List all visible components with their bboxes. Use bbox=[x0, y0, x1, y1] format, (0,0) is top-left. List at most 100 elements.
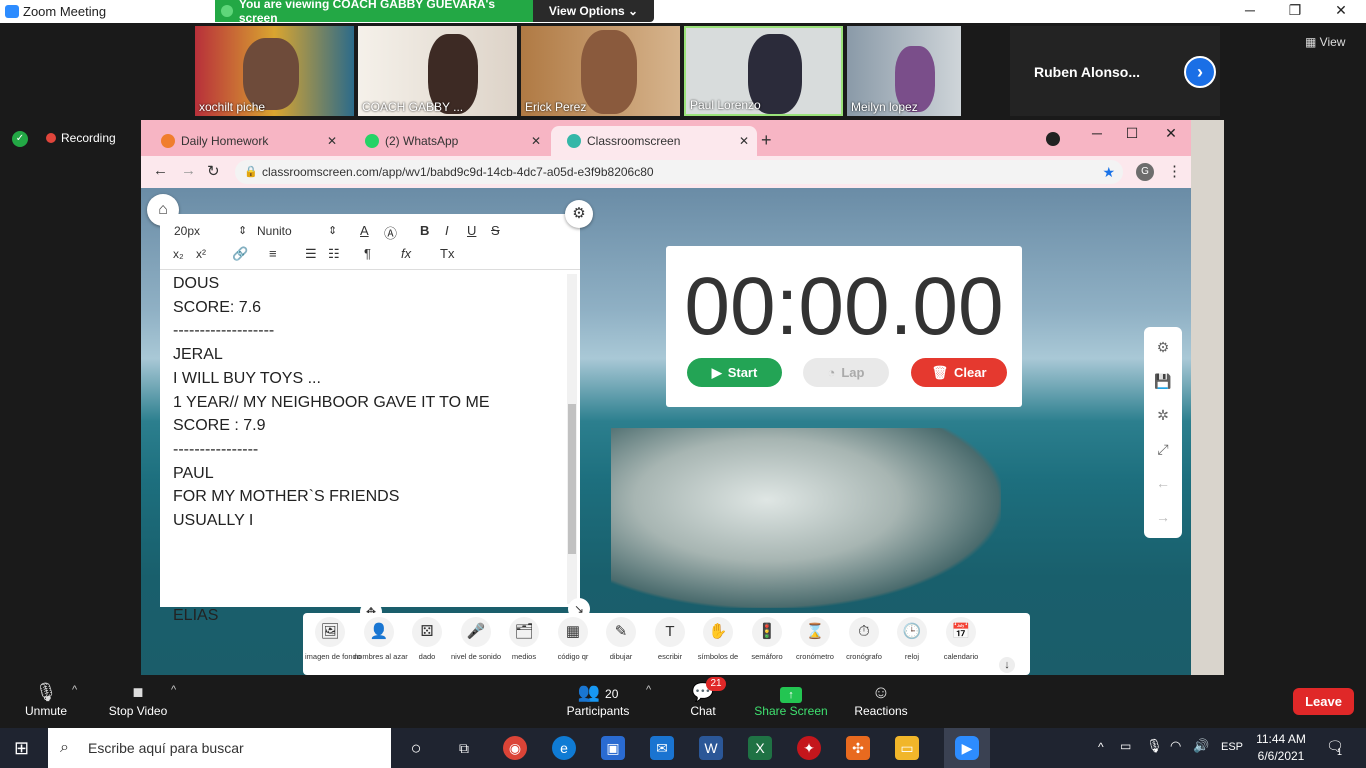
video-options-chevron-icon[interactable]: ^ bbox=[171, 684, 176, 696]
audio-options-chevron-icon[interactable]: ^ bbox=[72, 684, 77, 696]
mail-icon[interactable]: ✉ bbox=[650, 736, 674, 760]
editor-scrollbar[interactable] bbox=[567, 274, 577, 604]
app-icon[interactable]: ✦ bbox=[797, 736, 821, 760]
participants-button[interactable]: 👥 20 Participants bbox=[562, 680, 634, 718]
formula-icon[interactable]: fx bbox=[401, 246, 411, 261]
widget-qr-code[interactable]: ▦ código qr bbox=[548, 617, 598, 661]
align-icon[interactable]: ≡ bbox=[269, 246, 277, 261]
url-field[interactable]: 🔒 classroomscreen.com/app/wv1/babd9c9d-1… bbox=[235, 160, 1123, 184]
browser-minimize-button[interactable]: ─ bbox=[1087, 125, 1107, 141]
arrow-down-icon[interactable]: ↓ bbox=[999, 657, 1015, 673]
widget-dice[interactable]: ⚄ dado bbox=[402, 617, 452, 661]
security-shield-icon[interactable]: ✓ bbox=[12, 131, 28, 147]
stopwatch-widget[interactable]: 00:00.00 ▶ Start ◔ Lap 🗑 Clear bbox=[666, 246, 1022, 407]
tab-whatsapp[interactable]: (2) WhatsApp ✕ bbox=[349, 126, 549, 156]
close-tab-icon[interactable]: ✕ bbox=[531, 134, 541, 148]
lap-button[interactable]: ◔ Lap bbox=[803, 358, 889, 387]
participant-tile[interactable]: COACH GABBY ... bbox=[358, 26, 517, 116]
wifi-icon[interactable]: ◠ bbox=[1170, 738, 1181, 754]
fullscreen-icon[interactable]: ⤢ bbox=[1144, 441, 1182, 458]
star-icon[interactable]: ★ bbox=[1102, 160, 1115, 184]
word-icon[interactable]: W bbox=[699, 736, 723, 760]
widget-random-names[interactable]: 👤 nombres al azar bbox=[354, 617, 408, 661]
back-arrow-icon[interactable]: ← bbox=[153, 162, 168, 179]
language-indicator[interactable]: ESP bbox=[1221, 741, 1243, 753]
widget-settings-button[interactable]: ⚙ bbox=[565, 200, 593, 228]
widget-sound-level[interactable]: 🎤 nivel de sonido bbox=[451, 617, 501, 661]
save-icon[interactable]: 💾 bbox=[1144, 373, 1182, 390]
clear-button[interactable]: 🗑 Clear bbox=[911, 358, 1007, 387]
recording-indicator[interactable]: Recording bbox=[46, 131, 116, 145]
task-view-icon[interactable]: ⧉ bbox=[452, 736, 476, 760]
restore-button[interactable]: ❐ bbox=[1285, 2, 1305, 19]
tab-daily-homework[interactable]: Daily Homework ✕ bbox=[145, 126, 345, 156]
minimize-button[interactable]: ─ bbox=[1240, 2, 1260, 18]
zoom-taskbar-icon[interactable]: ▶ bbox=[944, 728, 990, 768]
file-explorer-icon[interactable]: ▭ bbox=[895, 736, 919, 760]
next-page-button[interactable]: › bbox=[1184, 56, 1216, 88]
participants-options-chevron-icon[interactable]: ^ bbox=[646, 684, 651, 696]
undo-arrow-icon[interactable]: ← bbox=[1144, 475, 1182, 491]
stop-video-button[interactable]: ■ Stop Video bbox=[104, 680, 172, 718]
font-family-select[interactable]: Nunito bbox=[257, 224, 292, 238]
participant-tile[interactable]: Erick Perez bbox=[521, 26, 680, 116]
tab-search-icon[interactable] bbox=[1046, 132, 1060, 146]
unmute-button[interactable]: 🎙 Unmute bbox=[18, 680, 74, 718]
forward-arrow-icon[interactable]: → bbox=[181, 162, 196, 179]
view-options-button[interactable]: View Options ⌄ bbox=[533, 0, 654, 22]
text-color-icon[interactable]: A bbox=[360, 223, 369, 238]
leave-meeting-button[interactable]: Leave bbox=[1293, 688, 1354, 715]
volume-icon[interactable]: 🔊 bbox=[1193, 738, 1209, 754]
tray-chevron-icon[interactable]: ^ bbox=[1098, 740, 1104, 754]
participant-tile[interactable]: Meilyn lopez bbox=[847, 26, 961, 116]
text-widget[interactable]: 20px ⇕ Nunito ⇕ A Ⓐ B I U S x₂ x² 🔗 ≡ ☰ … bbox=[160, 214, 590, 624]
bold-icon[interactable]: B bbox=[420, 223, 429, 238]
view-button[interactable]: ▦ View bbox=[1305, 35, 1345, 49]
link-icon[interactable]: 🔗 bbox=[232, 246, 248, 262]
settings-gear-icon[interactable]: ⚙ bbox=[1144, 339, 1182, 356]
ordered-list-icon[interactable]: ☰ bbox=[305, 246, 317, 262]
participant-tile-active[interactable]: Paul Lorenzo bbox=[684, 26, 843, 116]
reactions-button[interactable]: ☺ Reactions bbox=[852, 680, 910, 718]
highlight-icon[interactable]: Ⓐ bbox=[384, 223, 397, 242]
chrome-icon[interactable]: ◉ bbox=[503, 736, 527, 760]
taskbar-search-box[interactable]: ⌕ Escribe aquí para buscar bbox=[48, 728, 391, 768]
underline-icon[interactable]: U bbox=[467, 223, 476, 238]
profile-avatar[interactable]: G bbox=[1136, 163, 1154, 181]
excel-icon[interactable]: X bbox=[748, 736, 772, 760]
widget-calendar[interactable]: 📅 calendario bbox=[936, 617, 986, 661]
windows-start-icon[interactable]: ⊞ bbox=[14, 738, 29, 759]
text-direction-icon[interactable]: ¶ bbox=[364, 246, 371, 261]
microphone-tray-icon[interactable]: 🎙 bbox=[1146, 738, 1163, 754]
browser-close-button[interactable]: ✕ bbox=[1161, 125, 1181, 142]
widget-text[interactable]: Tescribir bbox=[645, 617, 695, 661]
kebab-menu-icon[interactable]: ⋮ bbox=[1167, 162, 1182, 180]
close-button[interactable]: ✕ bbox=[1331, 2, 1351, 19]
battery-icon[interactable]: ▭ bbox=[1120, 739, 1131, 753]
hide-widgets-icon[interactable]: ✲ bbox=[1144, 407, 1182, 424]
reload-icon[interactable]: ↻ bbox=[207, 162, 220, 180]
cortana-icon[interactable]: ○ bbox=[404, 736, 428, 760]
widget-background-image[interactable]: 🖼 imagen de fondo bbox=[305, 617, 361, 661]
close-tab-icon[interactable]: ✕ bbox=[327, 134, 337, 148]
app-icon[interactable]: ✣ bbox=[846, 736, 870, 760]
italic-icon[interactable]: I bbox=[445, 223, 449, 238]
taskbar-clock[interactable]: 11:44 AM 6/6/2021 bbox=[1250, 731, 1312, 765]
new-tab-button[interactable]: + bbox=[761, 130, 772, 151]
clear-format-icon[interactable]: Tx bbox=[440, 246, 454, 261]
participant-tile[interactable]: xochilt piche bbox=[195, 26, 354, 116]
bullet-list-icon[interactable]: ☷ bbox=[328, 246, 340, 262]
scroll-thumb[interactable] bbox=[568, 404, 576, 554]
subscript-icon[interactable]: x₂ bbox=[173, 247, 184, 261]
widget-timer[interactable]: ⌛ cronómetro bbox=[790, 617, 840, 661]
close-tab-icon[interactable]: ✕ bbox=[739, 134, 749, 148]
font-size-select[interactable]: 20px bbox=[174, 224, 200, 238]
text-widget-content[interactable]: DOUS SCORE: 7.6 ------------------- JERA… bbox=[173, 272, 563, 628]
widget-work-symbols[interactable]: ✋ símbolos de bbox=[693, 617, 743, 661]
widget-traffic-light[interactable]: 🚦 semáforo bbox=[742, 617, 792, 661]
store-icon[interactable]: ▣ bbox=[601, 736, 625, 760]
widget-draw[interactable]: ✎ dibujar bbox=[596, 617, 646, 661]
superscript-icon[interactable]: x² bbox=[196, 247, 206, 261]
tab-classroomscreen[interactable]: Classroomscreen ✕ bbox=[551, 126, 757, 156]
edge-icon[interactable]: e bbox=[552, 736, 576, 760]
